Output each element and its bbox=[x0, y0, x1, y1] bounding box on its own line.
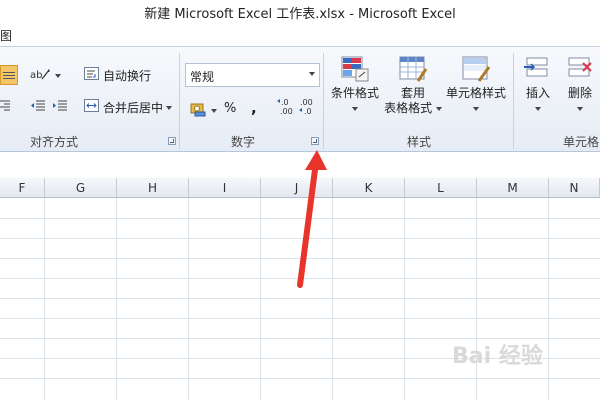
svg-text:.00: .00 bbox=[280, 107, 293, 116]
chevron-down-icon bbox=[352, 106, 358, 111]
ribbon: ab 自动换行 合并后居中 对齐方式 常规 % , .0 .00 .00 .0 … bbox=[0, 46, 600, 152]
chevron-down-icon bbox=[166, 105, 173, 110]
decrease-decimal-button[interactable]: .00.0 bbox=[298, 97, 320, 120]
conditional-formatting-icon bbox=[340, 55, 370, 86]
align-right-button[interactable] bbox=[0, 99, 12, 114]
merge-center-label: 合并后居中 bbox=[103, 101, 164, 115]
insert-cells-icon bbox=[523, 55, 553, 86]
conditional-formatting-button[interactable]: 条件格式 bbox=[330, 55, 380, 115]
alignment-dialog-launcher[interactable] bbox=[168, 137, 176, 145]
delete-cells-button[interactable]: 删除 bbox=[562, 55, 598, 115]
increase-indent-button[interactable] bbox=[52, 99, 68, 115]
delete-cells-icon bbox=[565, 55, 595, 86]
wrap-text-label: 自动换行 bbox=[103, 69, 152, 83]
format-as-table-label-line2: 表格格式 bbox=[383, 101, 443, 116]
format-as-table-label-line1: 套用 bbox=[400, 86, 425, 100]
wrap-text-icon bbox=[84, 67, 100, 84]
merge-center-button[interactable]: 合并后居中 bbox=[84, 99, 173, 116]
tab-view-partial[interactable]: 图 bbox=[0, 27, 12, 44]
svg-text:.0: .0 bbox=[304, 107, 312, 116]
merge-center-icon bbox=[84, 99, 100, 116]
align-right-icon bbox=[0, 99, 12, 114]
column-header-k[interactable]: K bbox=[333, 178, 405, 198]
comma-label: , bbox=[251, 99, 257, 117]
comma-style-button[interactable]: , bbox=[251, 99, 257, 117]
svg-text:ab: ab bbox=[30, 70, 42, 81]
increase-decimal-button[interactable]: .0.00 bbox=[276, 97, 298, 120]
gridline bbox=[0, 318, 600, 319]
cell-styles-button[interactable]: 单元格样式 bbox=[445, 55, 507, 115]
gridline bbox=[0, 238, 600, 239]
title-bar: 新建 Microsoft Excel 工作表.xlsx - Microsoft … bbox=[0, 0, 600, 22]
decrease-indent-button[interactable] bbox=[30, 99, 46, 115]
gridline bbox=[116, 198, 117, 400]
window-title: 新建 Microsoft Excel 工作表.xlsx - Microsoft … bbox=[144, 7, 456, 22]
decrease-decimal-icon: .00.0 bbox=[298, 97, 320, 120]
column-header-i[interactable]: I bbox=[189, 178, 261, 198]
column-header-j[interactable]: J bbox=[261, 178, 333, 198]
column-header-f[interactable]: F bbox=[0, 178, 45, 198]
number-format-dropdown[interactable]: 常规 bbox=[185, 63, 320, 87]
gridline bbox=[44, 198, 45, 400]
cell-styles-icon bbox=[461, 55, 491, 86]
decrease-indent-icon bbox=[30, 99, 46, 115]
svg-text:.0: .0 bbox=[281, 98, 289, 107]
format-as-table-icon bbox=[398, 55, 428, 86]
group-divider bbox=[179, 53, 180, 149]
chevron-down-icon bbox=[577, 106, 583, 111]
orientation-icon: ab bbox=[30, 67, 52, 84]
column-header-m[interactable]: M bbox=[477, 178, 549, 198]
svg-text:.00: .00 bbox=[300, 98, 313, 107]
currency-icon bbox=[190, 101, 208, 120]
gridline bbox=[0, 218, 600, 219]
group-divider bbox=[513, 53, 514, 149]
gridline bbox=[0, 298, 600, 299]
gridline bbox=[0, 278, 600, 279]
number-format-value: 常规 bbox=[190, 70, 215, 84]
conditional-formatting-label: 条件格式 bbox=[330, 86, 379, 100]
chevron-down-icon bbox=[211, 108, 217, 113]
column-header-n[interactable]: N bbox=[549, 178, 600, 198]
number-format-dialog-launcher[interactable] bbox=[311, 137, 319, 145]
accounting-format-button[interactable] bbox=[190, 101, 217, 120]
group-divider bbox=[323, 53, 324, 149]
chevron-down-icon bbox=[309, 72, 315, 76]
column-header-h[interactable]: H bbox=[117, 178, 189, 198]
cells-group-label: 单元格 bbox=[563, 135, 600, 149]
chevron-down-icon bbox=[435, 106, 442, 111]
column-header-g[interactable]: G bbox=[45, 178, 117, 198]
chevron-down-icon bbox=[535, 106, 541, 111]
gridline bbox=[332, 198, 333, 400]
alignment-group-label: 对齐方式 bbox=[30, 135, 79, 149]
styles-group-label: 样式 bbox=[407, 135, 432, 149]
tab-row: 图 bbox=[0, 22, 600, 46]
increase-decimal-icon: .0.00 bbox=[276, 97, 298, 120]
column-header-l[interactable]: L bbox=[405, 178, 477, 198]
number-group-label: 数字 bbox=[231, 135, 256, 149]
format-as-table-button[interactable]: 套用 表格格式 bbox=[383, 55, 443, 116]
gridline bbox=[188, 198, 189, 400]
insert-label: 插入 bbox=[525, 86, 550, 100]
chevron-down-icon bbox=[473, 106, 479, 111]
watermark-logo: Bai 经验 bbox=[452, 338, 592, 390]
cell-styles-label: 单元格样式 bbox=[445, 86, 506, 100]
delete-label: 删除 bbox=[567, 86, 592, 100]
align-middle-button[interactable] bbox=[0, 65, 18, 85]
gridline bbox=[404, 198, 405, 400]
wrap-text-button[interactable]: 自动换行 bbox=[84, 67, 151, 84]
insert-cells-button[interactable]: 插入 bbox=[520, 55, 556, 115]
percent-style-button[interactable]: % bbox=[224, 101, 236, 116]
orientation-button[interactable]: ab bbox=[30, 67, 61, 84]
gridline bbox=[260, 198, 261, 400]
gridline bbox=[0, 258, 600, 259]
watermark-text: Bai 经验 bbox=[452, 344, 543, 369]
chevron-down-icon bbox=[55, 73, 61, 78]
increase-indent-icon bbox=[52, 99, 68, 115]
formula-bar[interactable] bbox=[0, 153, 600, 179]
percent-label: % bbox=[224, 101, 237, 116]
